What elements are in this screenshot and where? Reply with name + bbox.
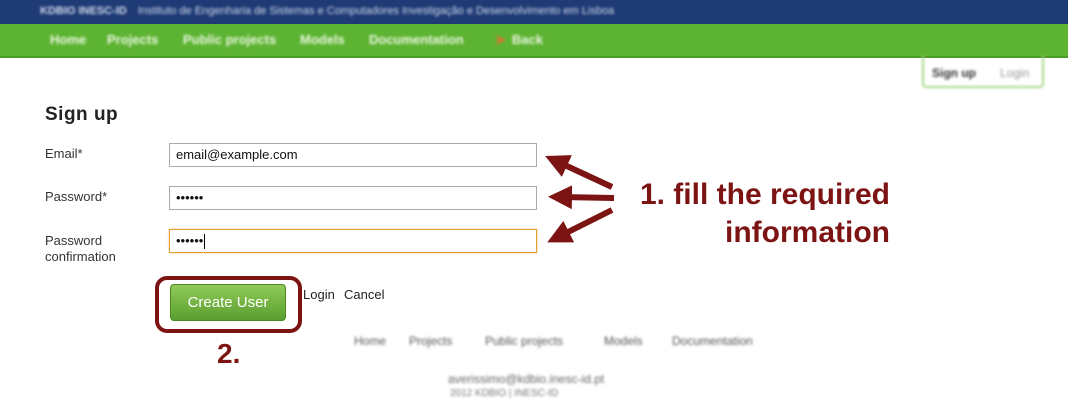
step1-annotation: 1. fill the required information [620, 176, 890, 252]
footer-models[interactable]: Models [604, 334, 643, 348]
footer-email[interactable]: averissimo@kdbio.inesc-id.pt [448, 372, 604, 386]
footer-public-projects[interactable]: Public projects [485, 334, 563, 348]
footer-home[interactable]: Home [354, 334, 386, 348]
step2-annotation: 2. [217, 338, 241, 369]
footer-projects[interactable]: Projects [409, 334, 452, 348]
arrow-to-email [545, 155, 614, 190]
step1-line1: 1. fill the required [639, 178, 890, 211]
arrow-to-password [548, 185, 615, 210]
footer-documentation[interactable]: Documentation [672, 334, 753, 348]
arrow-to-confirmation [547, 207, 614, 243]
step1-line2: information [725, 216, 890, 249]
footer-copyright: 2012 KDBIO | INESC-ID [450, 388, 559, 399]
